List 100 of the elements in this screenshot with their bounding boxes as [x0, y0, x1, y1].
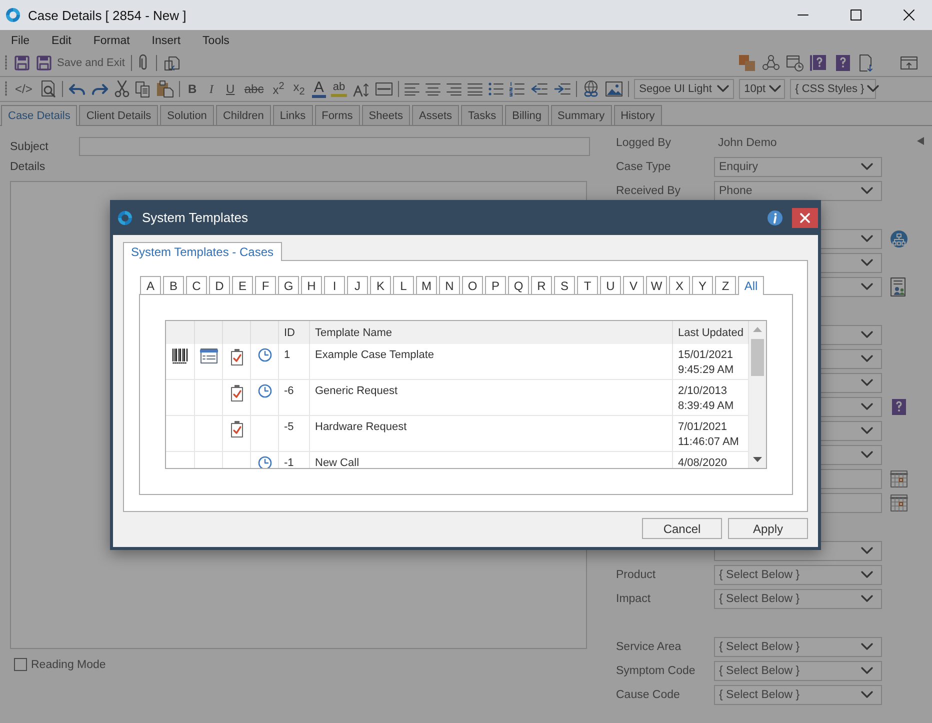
letter-tab[interactable]: M: [416, 276, 437, 294]
tab[interactable]: Case Details: [1, 105, 78, 126]
subject-field[interactable]: [79, 137, 590, 156]
squares-icon[interactable]: [738, 54, 756, 72]
image-icon[interactable]: [605, 80, 624, 98]
preview-icon[interactable]: [39, 80, 58, 98]
tab[interactable]: Client Details: [79, 105, 158, 125]
letter-tab[interactable]: A: [140, 276, 161, 294]
letter-tab[interactable]: V: [623, 276, 644, 294]
contacts-icon[interactable]: [890, 277, 906, 297]
info-icon[interactable]: [767, 210, 783, 226]
letter-tab[interactable]: S: [554, 276, 575, 294]
table-row[interactable]: -1 New Call 4/08/2020: [166, 452, 749, 468]
letter-tab[interactable]: R: [531, 276, 552, 294]
menu-item[interactable]: Insert: [144, 35, 188, 47]
calendar-icon[interactable]: [890, 470, 908, 488]
indent-icon[interactable]: [553, 82, 572, 96]
letter-tab[interactable]: O: [462, 276, 483, 294]
dropdown[interactable]: Segoe UI Light: [634, 79, 734, 99]
letter-tab[interactable]: Q: [508, 276, 529, 294]
redo-icon[interactable]: [91, 81, 110, 97]
column-header[interactable]: Template Name: [310, 321, 673, 344]
dialog-button[interactable]: Cancel: [642, 518, 722, 539]
help-icon[interactable]: [834, 54, 852, 72]
letter-tab[interactable]: U: [600, 276, 621, 294]
tab[interactable]: Children: [216, 105, 271, 125]
letter-tab[interactable]: Z: [715, 276, 736, 294]
calendar-clock-icon[interactable]: [786, 54, 804, 72]
scrollbar[interactable]: [749, 321, 766, 468]
save-and-exit-button[interactable]: Save and Exit: [36, 55, 125, 71]
toolbar-grip[interactable]: [4, 80, 8, 98]
toolbar-grip[interactable]: [4, 54, 8, 72]
letter-tab[interactable]: T: [577, 276, 598, 294]
letter-tab[interactable]: K: [370, 276, 391, 294]
letter-tab[interactable]: D: [209, 276, 230, 294]
format-button[interactable]: U: [223, 82, 238, 96]
org-chart-icon[interactable]: [890, 230, 908, 248]
dropdown[interactable]: Phone: [714, 181, 882, 201]
collapse-icon[interactable]: [915, 136, 925, 146]
letter-tab[interactable]: H: [301, 276, 322, 294]
tab[interactable]: Tasks: [461, 105, 504, 125]
column-header[interactable]: ID: [279, 321, 310, 344]
format-button[interactable]: abc: [242, 82, 266, 96]
letter-tab[interactable]: F: [255, 276, 276, 294]
letter-tab[interactable]: W: [646, 276, 667, 294]
save-icon[interactable]: [14, 55, 30, 71]
dropdown[interactable]: Enquiry: [714, 157, 882, 177]
undo-icon[interactable]: [68, 81, 86, 97]
link-icon[interactable]: [582, 80, 600, 98]
tab[interactable]: Summary: [550, 105, 612, 125]
tab[interactable]: Assets: [412, 105, 460, 125]
dropdown[interactable]: 10pt: [739, 79, 786, 99]
menu-item[interactable]: Edit: [44, 35, 78, 47]
letter-tab[interactable]: J: [347, 276, 368, 294]
calendar-icon[interactable]: [890, 494, 908, 512]
tab[interactable]: Billing: [505, 105, 549, 125]
checkbox[interactable]: [14, 658, 27, 671]
format-button[interactable]: x$_{2}$: [291, 80, 307, 98]
dropdown[interactable]: { CSS Styles }: [790, 79, 876, 99]
letter-tab[interactable]: N: [439, 276, 460, 294]
letter-tab[interactable]: Y: [692, 276, 713, 294]
document-download-icon[interactable]: [858, 54, 874, 72]
letter-tab[interactable]: C: [186, 276, 207, 294]
tab[interactable]: Forms: [314, 105, 360, 125]
dropdown[interactable]: { Select Below }: [714, 565, 882, 585]
font-color-button[interactable]: A: [312, 80, 326, 98]
bullet-list-icon[interactable]: [488, 81, 504, 97]
dropdown[interactable]: { Select Below }: [714, 661, 882, 681]
letter-tab[interactable]: I: [324, 276, 345, 294]
dropdown[interactable]: { Select Below }: [714, 637, 882, 657]
tab[interactable]: History: [614, 105, 662, 125]
network-icon[interactable]: [762, 54, 780, 72]
format-button[interactable]: B: [185, 82, 200, 96]
letter-tab[interactable]: P: [485, 276, 506, 294]
letter-tab[interactable]: E: [232, 276, 253, 294]
letter-tab[interactable]: L: [393, 276, 414, 294]
menu-item[interactable]: Format: [86, 35, 137, 47]
help-icon[interactable]: [890, 398, 908, 416]
scroll-thumb[interactable]: [751, 339, 764, 376]
numbered-list-icon[interactable]: [509, 81, 526, 97]
format-button[interactable]: I: [204, 82, 218, 96]
tab[interactable]: System Templates - Cases: [123, 242, 282, 261]
tab[interactable]: Sheets: [362, 105, 410, 125]
tab[interactable]: Solution: [160, 105, 214, 125]
close-button[interactable]: [792, 208, 818, 228]
letter-tab[interactable]: All: [738, 276, 764, 295]
table-row[interactable]: -5 Hardware Request 7/01/2021 11:46:07 AM: [166, 416, 749, 452]
cut-icon[interactable]: [114, 80, 130, 98]
menu-item[interactable]: Tools: [196, 35, 236, 47]
table-row[interactable]: 1 Example Case Template 15/01/2021 9:45:29 AM: [166, 344, 749, 380]
help-book-icon[interactable]: [810, 54, 828, 72]
letter-tab[interactable]: X: [669, 276, 690, 294]
table-row[interactable]: -6 Generic Request 2/10/2013 8:39:49 AM: [166, 380, 749, 416]
tab[interactable]: Links: [272, 105, 313, 125]
dropdown[interactable]: { Select Below }: [714, 685, 882, 705]
outdent-icon[interactable]: [530, 82, 548, 96]
source-button[interactable]: </>: [13, 82, 34, 96]
dialog-button[interactable]: Apply: [728, 518, 808, 539]
highlight-button[interactable]: ab: [330, 81, 348, 97]
copy-icon[interactable]: [135, 80, 152, 98]
